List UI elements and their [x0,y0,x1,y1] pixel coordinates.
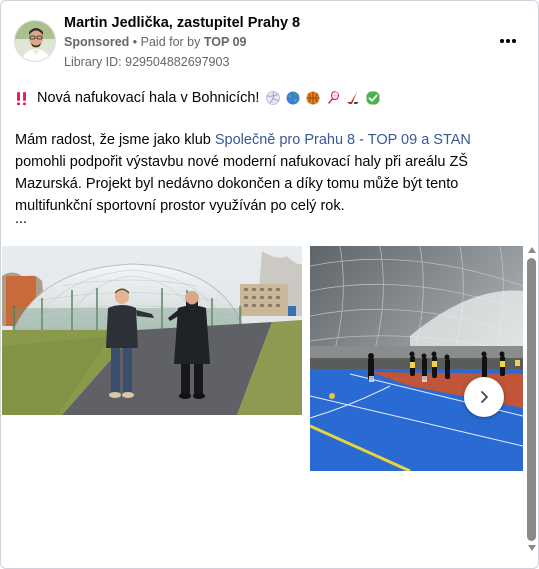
paid-for-by[interactable]: TOP 09 [204,35,247,49]
carousel-photo-indoor-dome[interactable] [310,246,523,471]
basketball-emoji [306,91,320,105]
avatar-portrait [15,21,55,61]
carousel-next-button[interactable] [464,377,504,417]
club-link[interactable]: Společně pro Prahu 8 - TOP 09 a STAN [215,132,471,148]
post-headline: Nová nafukovací hala v Bohnicích! [15,90,380,106]
library-id: Library ID: 929504882697903 [64,55,230,69]
vertical-scrollbar[interactable] [525,246,538,558]
body-text-part2: pomohli podpořit výstavbu nové moderní n… [15,154,468,214]
double-exclamation-icon [17,91,26,105]
indoor-dome-image [310,246,523,471]
author-name[interactable]: Martin Jedlička, zastupitel Prahy 8 [64,15,300,31]
headline-text: Nová nafukovací hala v Bohnicích! [37,90,260,106]
meta-separator: • [129,35,141,49]
body-text-part1: Mám radost, že jsme jako klub [15,132,215,148]
check-mark-emoji [366,91,380,105]
badminton-emoji [327,91,340,105]
sponsored-meta: Sponsored • Paid for by TOP 09 [64,35,246,49]
post-body: Mám radost, že jsme jako klub Společně p… [15,129,520,217]
volleyball-emoji [266,91,281,105]
hockey-emoji [347,92,359,104]
scrollbar-thumb[interactable] [527,258,536,541]
author-avatar[interactable] [14,20,56,62]
sponsored-label: Sponsored [64,35,130,49]
carousel-photo-outdoor-dome[interactable] [2,246,302,415]
see-more-ellipsis[interactable]: ... [15,211,27,227]
globe-emoji [286,91,300,105]
more-options-icon[interactable] [496,31,520,51]
outdoor-dome-image [2,246,302,415]
paid-for-prefix: Paid for by [140,35,204,49]
chevron-right-icon [481,391,488,403]
sponsored-post-card: Martin Jedlička, zastupitel Prahy 8 Spon… [0,0,539,569]
scroll-down-arrow-icon[interactable] [528,545,536,551]
scroll-up-arrow-icon[interactable] [528,247,536,253]
